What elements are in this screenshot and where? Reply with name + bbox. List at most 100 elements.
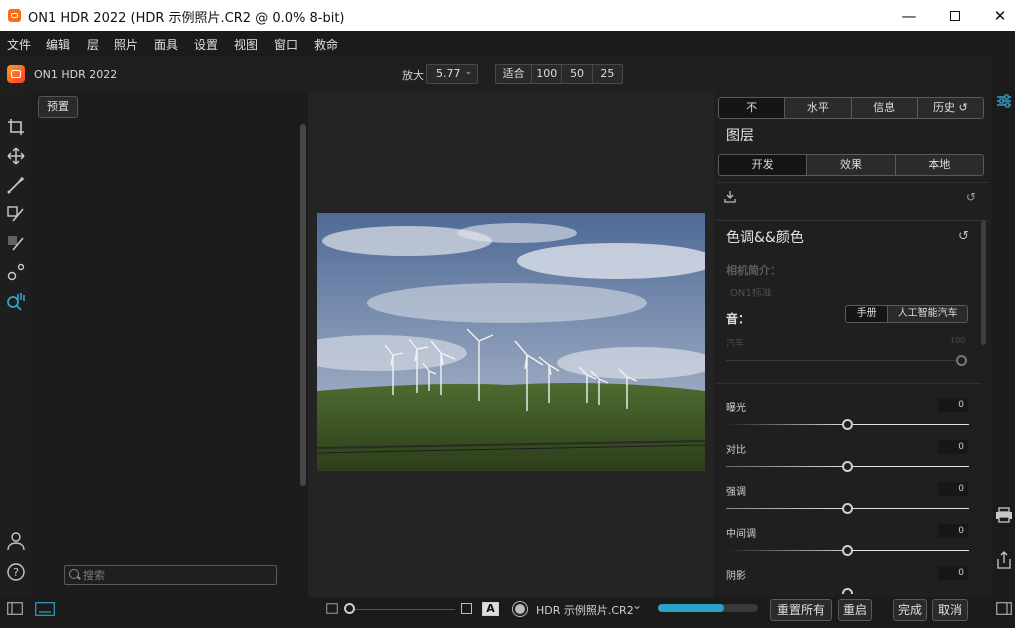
reset-icon[interactable]: ↺ <box>966 190 976 204</box>
zoom-50-button[interactable]: 50 <box>562 65 593 83</box>
menu-window[interactable]: 窗口 <box>274 36 298 53</box>
left-panel-scrollbar[interactable] <box>300 124 306 486</box>
highlights-track-left[interactable] <box>726 508 848 509</box>
highlights-track-right[interactable] <box>848 508 969 509</box>
minimize-button[interactable]: — <box>886 0 932 31</box>
midtones-label: 中间调 <box>726 529 756 540</box>
crop-icon[interactable] <box>5 116 27 138</box>
auto-slider-track[interactable] <box>726 360 962 361</box>
restart-button[interactable]: 重启 <box>838 599 872 621</box>
zoom-fit-button[interactable]: 适合 <box>496 65 533 83</box>
exposure-slider-knob[interactable] <box>842 419 853 430</box>
presets-button[interactable]: 预置 <box>38 96 78 118</box>
line-mask-icon[interactable] <box>5 232 27 254</box>
contrast-value[interactable]: 0 <box>938 440 968 454</box>
right-panel-toggle-icon[interactable] <box>996 602 1012 615</box>
move-icon[interactable] <box>5 145 27 167</box>
menu-file[interactable]: 文件 <box>7 36 31 53</box>
brush-icon[interactable] <box>5 174 27 196</box>
filmstrip-toggle-icon[interactable] <box>35 602 55 616</box>
close-button[interactable]: ✕ <box>977 0 1015 31</box>
tone-ai-auto-button[interactable]: 人工智能汽车 <box>888 306 967 322</box>
tab-info[interactable]: 信息 <box>852 98 918 118</box>
menu-layer[interactable]: 层 <box>87 36 99 53</box>
zoom-25-button[interactable]: 25 <box>593 65 622 83</box>
auto-slider-knob[interactable] <box>956 355 967 366</box>
exposure-track-right[interactable] <box>848 424 969 425</box>
contrast-slider-knob[interactable] <box>842 461 853 472</box>
shadows-value[interactable]: 0 <box>938 566 968 580</box>
download-icon[interactable] <box>723 190 737 204</box>
highlights-slider-knob[interactable] <box>842 503 853 514</box>
exposure-track-left[interactable] <box>726 424 848 425</box>
highlights-label: 强调 <box>726 487 746 498</box>
done-button[interactable]: 完成 <box>893 599 927 621</box>
thumbnail-small-icon[interactable] <box>326 603 338 614</box>
mask-brush-icon[interactable] <box>5 203 27 225</box>
minimize-icon: — <box>901 6 917 25</box>
camera-profile-value: ON1标准 <box>730 288 772 299</box>
panel-toggle-icon[interactable] <box>7 602 23 615</box>
help-icon[interactable]: ? <box>5 561 27 583</box>
section-reset-icon[interactable]: ↺ <box>958 229 969 244</box>
compare-checkbox[interactable] <box>461 603 472 614</box>
svg-text:?: ? <box>13 566 19 579</box>
menu-edit[interactable]: 编辑 <box>46 36 70 53</box>
brand-name: ON1 HDR 2022 <box>34 68 118 81</box>
module-tabs: 开发 效果 本地 <box>718 154 984 176</box>
user-icon[interactable] <box>5 530 27 552</box>
retouch-icon[interactable] <box>5 261 27 283</box>
preview-a-button[interactable]: A <box>482 602 499 616</box>
thumbnail-size-track[interactable] <box>345 609 455 610</box>
zoom-100-button[interactable]: 100 <box>532 65 563 83</box>
tab-effects[interactable]: 效果 <box>807 155 896 175</box>
zoom-select[interactable]: 5.77 ⌄ <box>426 64 478 84</box>
adjustments-icon[interactable] <box>996 93 1012 109</box>
menu-photo[interactable]: 照片 <box>114 36 138 53</box>
exposure-value[interactable]: 0 <box>938 398 968 412</box>
thumbnail-size-knob[interactable] <box>344 603 355 614</box>
shadows-slider-knob[interactable] <box>842 588 853 594</box>
app-icon <box>8 9 21 22</box>
zoom-label: 放大 <box>402 69 424 82</box>
midtones-track-left[interactable] <box>726 550 848 551</box>
tab-history[interactable]: 历史 ↺ <box>918 98 983 118</box>
view-hand-icon[interactable] <box>5 290 27 312</box>
midtones-value[interactable]: 0 <box>938 524 968 538</box>
contrast-track-left[interactable] <box>726 466 848 467</box>
menu-mask[interactable]: 面具 <box>154 36 178 53</box>
menu-view[interactable]: 视图 <box>234 36 258 53</box>
contrast-label: 对比 <box>726 445 746 456</box>
tab-local[interactable]: 本地 <box>896 155 983 175</box>
menu-help[interactable]: 救命 <box>314 36 338 53</box>
search-placeholder: 搜索 <box>83 569 105 582</box>
midtones-track-right[interactable] <box>848 550 969 551</box>
zoom-preset-group: 适合 100 50 25 <box>495 64 623 84</box>
file-name[interactable]: HDR 示例照片.CR2 <box>536 602 634 618</box>
tab-level[interactable]: 水平 <box>785 98 852 118</box>
shadows-label: 阴影 <box>726 571 746 582</box>
midtones-slider-knob[interactable] <box>842 545 853 556</box>
maximize-icon <box>950 10 960 21</box>
chevron-down-icon: ⌄ <box>464 67 472 77</box>
cancel-button[interactable]: 取消 <box>932 599 968 621</box>
divider <box>716 220 989 221</box>
side-strip <box>992 56 1015 597</box>
undo-icon: ↺ <box>958 101 968 114</box>
highlights-value[interactable]: 0 <box>938 482 968 496</box>
tab-none[interactable]: 不 <box>719 98 786 118</box>
reset-all-button[interactable]: 重置所有 <box>770 599 832 621</box>
layers-title: 图层 <box>726 128 754 144</box>
file-dropdown-chevron-icon[interactable]: ⌄ <box>632 598 642 612</box>
photo-preview[interactable] <box>317 213 705 471</box>
maximize-button[interactable] <box>932 0 978 31</box>
print-icon[interactable] <box>995 507 1013 523</box>
tab-develop[interactable]: 开发 <box>719 155 808 175</box>
preview-toggle-icon[interactable] <box>512 601 528 617</box>
tone-manual-button[interactable]: 手册 <box>846 306 889 322</box>
menu-settings[interactable]: 设置 <box>194 36 218 53</box>
right-panel-scrollbar[interactable] <box>981 220 986 345</box>
toolbar: ON1 HDR 2022 放大 5.77 ⌄ 适合 100 50 25 <box>0 56 1015 92</box>
share-icon[interactable] <box>996 551 1012 569</box>
contrast-track-right[interactable] <box>848 466 969 467</box>
